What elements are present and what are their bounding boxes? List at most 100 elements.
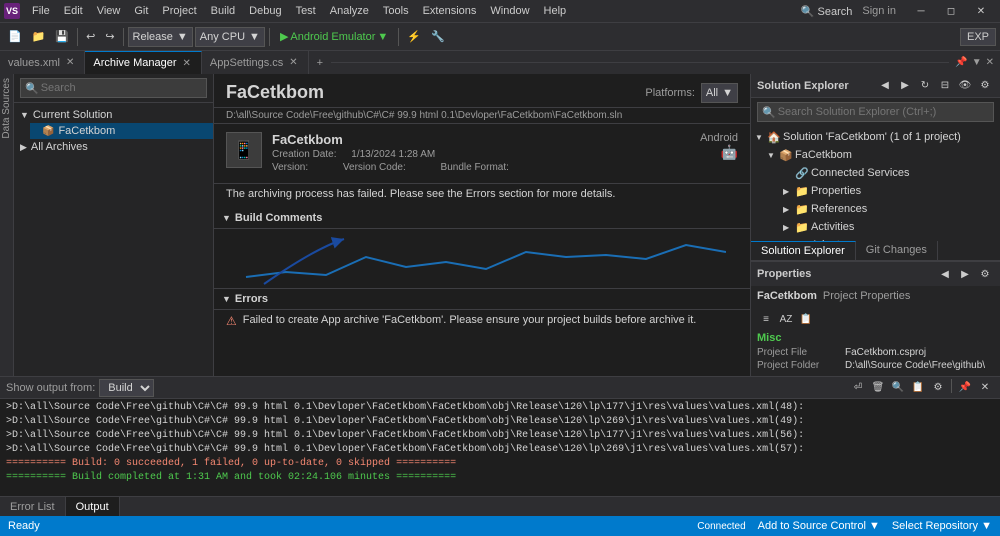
solution-search-input[interactable] [778, 106, 989, 118]
run-button[interactable]: ▶ Android Emulator ▼ [274, 28, 394, 45]
platforms-dropdown[interactable]: All ▼ [701, 83, 738, 103]
output-settings-btn[interactable]: ⚙ [929, 379, 947, 397]
output-find-btn[interactable]: 🔍 [889, 379, 907, 397]
menu-help[interactable]: Help [538, 3, 573, 19]
build-comments-arrow: ▼ [222, 213, 231, 223]
left-search-input[interactable] [41, 82, 202, 94]
menu-git[interactable]: Git [128, 3, 154, 19]
tab-appsettings[interactable]: AppSettings.cs ✕ [202, 51, 309, 75]
output-wrap-btn[interactable]: ⏎ [849, 379, 867, 397]
tab-add-button[interactable]: + [309, 53, 331, 73]
sol-references[interactable]: ▶ 📁 References [751, 200, 1000, 218]
minimize-button[interactable]: ─ [906, 0, 936, 22]
sol-connected-services[interactable]: 🔗 Connected Services [751, 164, 1000, 182]
add-source-control-btn[interactable]: Add to Source Control ▼ [758, 520, 880, 532]
sol-forward-btn[interactable]: ▶ [896, 77, 914, 95]
menu-test[interactable]: Test [290, 3, 322, 19]
close-button[interactable]: ✕ [966, 0, 996, 22]
tab-dropdown[interactable]: ▼ [972, 57, 982, 68]
tree-arrow-archives: ▶ [20, 142, 27, 153]
sol-root[interactable]: ▼ 🏠 Solution 'FaCetkbom' (1 of 1 project… [751, 128, 1000, 146]
tree-all-archives[interactable]: ▶ All Archives [14, 139, 213, 155]
tree-facetkbom[interactable]: 📦 FaCetkbom [30, 123, 213, 139]
sol-refresh-btn[interactable]: ↻ [916, 77, 934, 95]
errors-header[interactable]: ▼ Errors [214, 289, 750, 310]
cpu-dropdown[interactable]: Any CPU ▼ [195, 27, 265, 47]
properties-header: Properties ◀ ▶ ⚙ [751, 262, 1000, 286]
menu-build[interactable]: Build [205, 3, 241, 19]
release-dropdown[interactable]: Release ▼ [128, 27, 193, 47]
menu-window[interactable]: Window [484, 3, 535, 19]
status-right: Connected Add to Source Control ▼ Select… [697, 520, 992, 532]
left-search-box[interactable]: 🔍 [20, 78, 207, 98]
menu-tools[interactable]: Tools [377, 3, 415, 19]
right-tab-solution-explorer[interactable]: Solution Explorer [751, 241, 856, 260]
menu-project[interactable]: Project [156, 3, 202, 19]
archive-meta-version: Version: Version Code: Bundle Format: [272, 162, 690, 173]
output-source-dropdown[interactable]: Build [99, 379, 154, 397]
tab-values-xml[interactable]: values.xml ✕ [0, 51, 85, 75]
props-forward-btn[interactable]: ▶ [956, 265, 974, 283]
tab-close-values[interactable]: ✕ [64, 57, 76, 68]
toolbar-icons2[interactable]: 🔧 [427, 28, 449, 45]
undo-btn[interactable]: ↩ [82, 28, 99, 45]
redo-btn[interactable]: ↪ [101, 28, 118, 45]
sol-show-all-btn[interactable]: 👁 [956, 77, 974, 95]
props-back-btn[interactable]: ◀ [936, 265, 954, 283]
props-detail-btn[interactable]: 📋 [797, 310, 815, 328]
tab-close-appsettings[interactable]: ✕ [287, 57, 299, 68]
chart-area [214, 229, 750, 289]
tab-pin[interactable]: 📌 [955, 57, 967, 68]
sol-settings-btn[interactable]: ⚙ [976, 77, 994, 95]
restore-button[interactable]: ◻ [936, 0, 966, 22]
props-cat-btn[interactable]: ≡ [757, 310, 775, 328]
props-az-btn[interactable]: AZ [777, 310, 795, 328]
menu-analyze[interactable]: Analyze [324, 3, 375, 19]
sol-activities[interactable]: ▶ 📁 Activities [751, 218, 1000, 236]
sol-project[interactable]: ▼ 📦 FaCetkbom [751, 146, 1000, 164]
bottom-tab-error-list[interactable]: Error List [0, 497, 66, 516]
search-bar[interactable]: 🔍 Search [801, 5, 853, 18]
output-clear-btn[interactable]: 🗑 [869, 379, 887, 397]
solution-search[interactable]: 🔍 [757, 102, 994, 122]
new-project-btn[interactable]: 📄 [4, 28, 26, 45]
exp-button[interactable]: EXP [960, 28, 996, 46]
menu-edit[interactable]: Edit [58, 3, 89, 19]
build-comments-title: Build Comments [235, 212, 322, 224]
bottom-tab-output[interactable]: Output [66, 497, 120, 516]
output-pin-btn[interactable]: 📌 [956, 379, 974, 397]
error-text: Failed to create App archive 'FaCetkbom'… [243, 314, 697, 326]
tab-archive-manager[interactable]: Archive Manager ✕ [85, 51, 202, 75]
sol-properties[interactable]: ▶ 📁 Properties [751, 182, 1000, 200]
menu-extensions[interactable]: Extensions [417, 3, 483, 19]
solution-explorer-header: Solution Explorer ◀ ▶ ↻ ⊟ 👁 ⚙ [751, 74, 1000, 98]
errors-arrow: ▼ [222, 294, 231, 304]
sol-act-label: Activities [811, 221, 854, 233]
right-tab-git-changes[interactable]: Git Changes [856, 241, 938, 260]
tree-archives-label: All Archives [31, 141, 88, 153]
toolbar-icons[interactable]: ⚡ [403, 28, 425, 45]
open-btn[interactable]: 📁 [28, 28, 50, 45]
sol-collapse-btn[interactable]: ⊟ [936, 77, 954, 95]
menu-file[interactable]: File [26, 3, 56, 19]
tab-close-panel[interactable]: ✕ [986, 57, 994, 68]
output-close-btn[interactable]: ✕ [976, 379, 994, 397]
archive-meta-creation: Creation Date: 1/13/2024 1:28 AM [272, 149, 690, 160]
menu-view[interactable]: View [91, 3, 127, 19]
archive-path: D:\all\Source Code\Free\github\C#\C# 99.… [214, 108, 750, 124]
app-icon: VS [4, 3, 20, 19]
sign-in[interactable]: Sign in [862, 5, 896, 17]
build-comments-header[interactable]: ▼ Build Comments [214, 208, 750, 229]
sol-ref-label: References [811, 203, 867, 215]
props-settings-btn[interactable]: ⚙ [976, 265, 994, 283]
props-subtitle: Project Properties [823, 290, 910, 302]
save-btn[interactable]: 💾 [51, 28, 73, 45]
output-content: >D:\all\Source Code\Free\github\C#\C# 99… [0, 399, 1000, 496]
sol-root-arrow: ▼ [755, 133, 765, 142]
output-copy-btn[interactable]: 📋 [909, 379, 927, 397]
tab-close-archive[interactable]: ✕ [181, 58, 193, 69]
tree-current-solution[interactable]: ▼ Current Solution [14, 107, 213, 123]
select-repository-btn[interactable]: Select Repository ▼ [892, 520, 992, 532]
menu-debug[interactable]: Debug [243, 3, 287, 19]
sol-back-btn[interactable]: ◀ [876, 77, 894, 95]
